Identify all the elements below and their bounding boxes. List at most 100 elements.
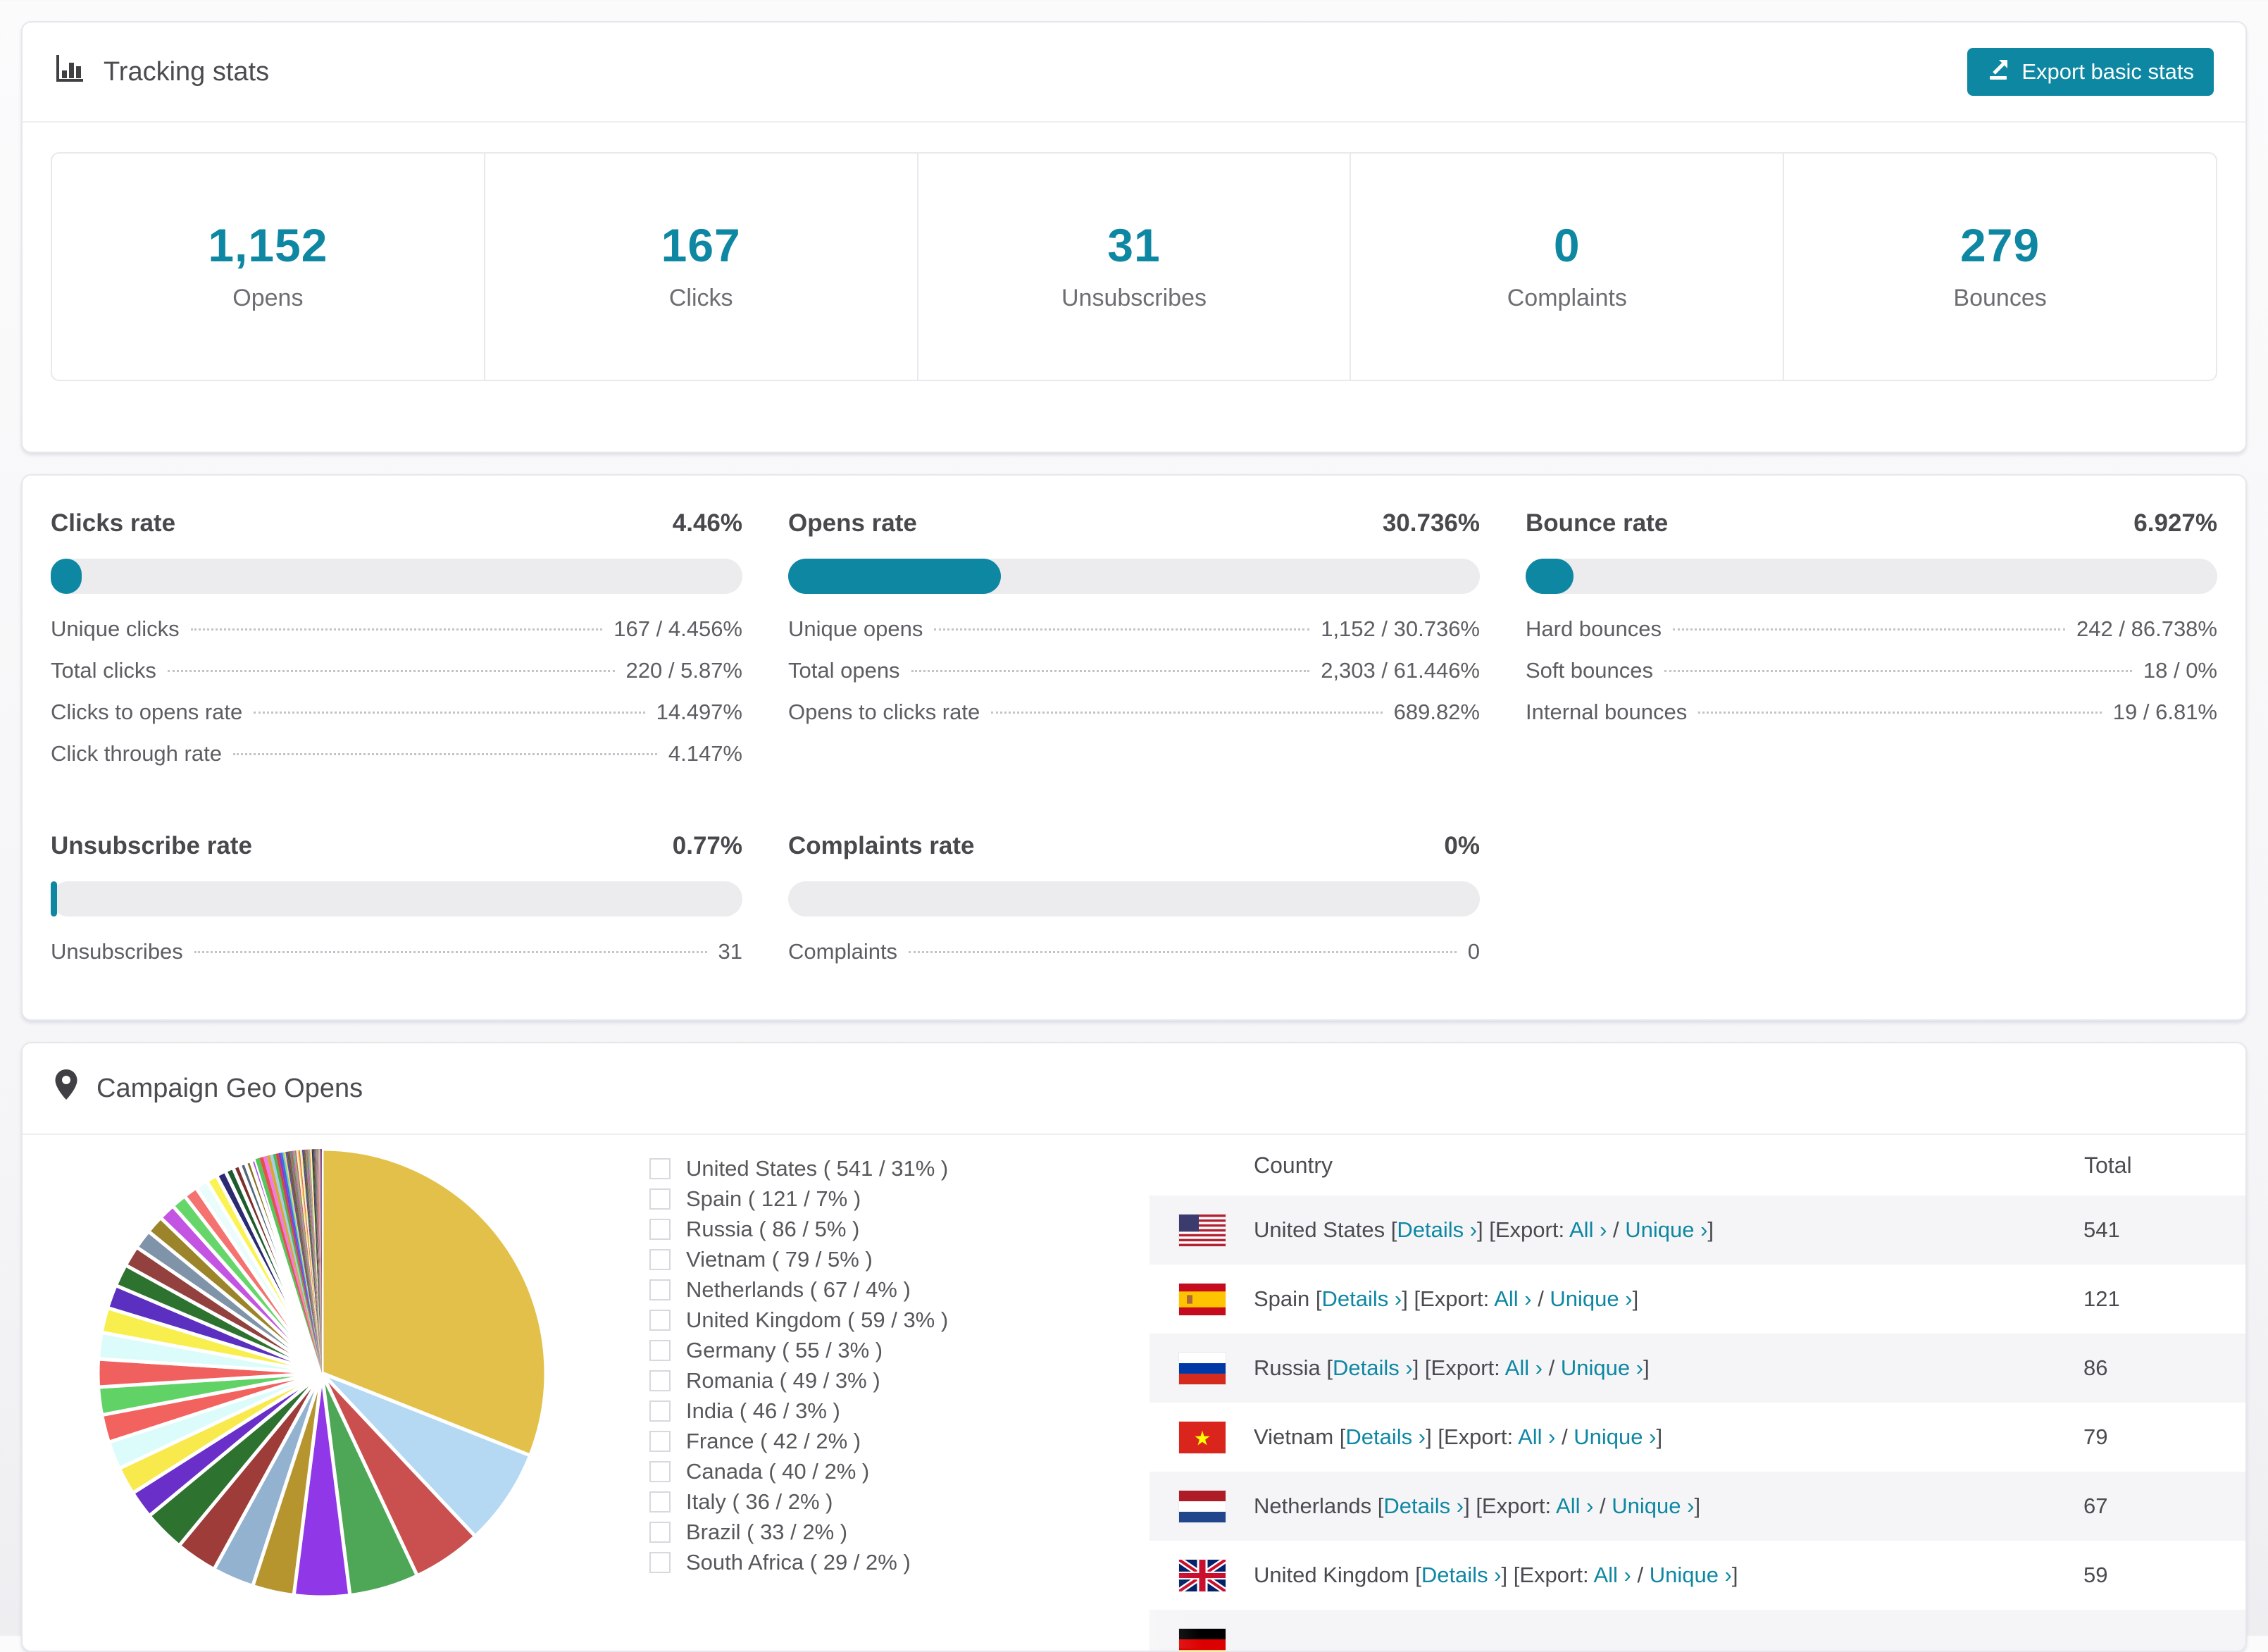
export-all-link[interactable]: All ›	[1569, 1217, 1607, 1242]
rate-stat-row: Click through rate 4.147%	[51, 741, 742, 783]
legend-label: United Kingdom ( 59 / 3% )	[686, 1308, 948, 1333]
legend-swatch	[649, 1279, 671, 1300]
legend-swatch	[649, 1188, 671, 1210]
legend-swatch	[649, 1401, 671, 1422]
legend-item: Brazil ( 33 / 2% )	[649, 1517, 1149, 1547]
geo-table-header-row: Country Total	[1149, 1135, 2245, 1195]
dotted-leader	[911, 670, 1310, 672]
stat-value: 1,152	[52, 218, 484, 272]
stat-value: 167	[485, 218, 917, 272]
details-link[interactable]: Details ›	[1421, 1563, 1502, 1587]
details-link[interactable]: Details ›	[1322, 1286, 1402, 1311]
export-unique-link[interactable]: Unique ›	[1650, 1563, 1732, 1587]
geo-table-row-ru: Russia [Details ›] [Export: All › / Uniq…	[1149, 1334, 2245, 1403]
details-link[interactable]: Details ›	[1383, 1493, 1464, 1518]
legend-swatch	[649, 1461, 671, 1482]
geo-table-row-es: Spain [Details ›] [Export: All › / Uniqu…	[1149, 1265, 2245, 1334]
legend-label: Russia ( 86 / 5% )	[686, 1217, 859, 1242]
export-all-link[interactable]: All ›	[1556, 1493, 1593, 1518]
rate-stat-row: Complaints 0	[788, 939, 1480, 981]
country-name: United States	[1254, 1217, 1385, 1242]
progress-bar-fill	[1526, 559, 1574, 594]
legend-item: Canada ( 40 / 2% )	[649, 1456, 1149, 1486]
dotted-leader	[254, 712, 644, 714]
country-links: United Kingdom [Details ›] [Export: All …	[1254, 1563, 1738, 1588]
country-name: Netherlands	[1254, 1493, 1371, 1518]
map-pin-icon	[54, 1069, 78, 1108]
rate-block-clicks-rate: Clicks rate 4.46% Unique clicks 167 / 4.…	[51, 509, 742, 783]
stat-cell-complaints: 0 Complaints	[1350, 154, 1783, 380]
country-column-header: Country	[1149, 1135, 2083, 1195]
rate-stat-row: Unique clicks 167 / 4.456%	[51, 616, 742, 658]
country-links: Vietnam [Details ›] [Export: All › / Uni…	[1254, 1424, 1662, 1450]
legend-item: South Africa ( 29 / 2% )	[649, 1547, 1149, 1577]
dotted-leader	[991, 712, 1382, 714]
export-unique-link[interactable]: Unique ›	[1612, 1493, 1694, 1518]
legend-swatch	[649, 1219, 671, 1240]
rate-stat-row: Clicks to opens rate 14.497%	[51, 700, 742, 741]
rate-stat-row: Unique opens 1,152 / 30.736%	[788, 616, 1480, 658]
details-link[interactable]: Details ›	[1345, 1424, 1426, 1449]
flag-de-icon	[1179, 1629, 1226, 1652]
rate-title: Unsubscribe rate	[51, 832, 252, 860]
rate-stat-row: Soft bounces 18 / 0%	[1526, 658, 2217, 700]
dotted-leader	[194, 951, 707, 953]
header-divider	[23, 121, 2245, 123]
export-unique-link[interactable]: Unique ›	[1574, 1424, 1656, 1449]
export-all-link[interactable]: All ›	[1518, 1424, 1555, 1449]
legend-item: Spain ( 121 / 7% )	[649, 1184, 1149, 1214]
legend-item: Romania ( 49 / 3% )	[649, 1365, 1149, 1396]
export-all-link[interactable]: All ›	[1593, 1563, 1631, 1587]
legend-label: India ( 46 / 3% )	[686, 1398, 840, 1424]
export-all-link[interactable]: All ›	[1505, 1355, 1543, 1380]
legend-swatch	[649, 1158, 671, 1179]
dotted-leader	[1673, 628, 2065, 631]
legend-label: Spain ( 121 / 7% )	[686, 1186, 861, 1212]
flag-nl-icon	[1179, 1491, 1226, 1522]
tracking-stats-card: Tracking stats Export basic stats 1,152 …	[21, 21, 2247, 453]
rate-value: 4.46%	[673, 509, 742, 538]
details-link[interactable]: Details ›	[1397, 1217, 1477, 1242]
progress-bar	[51, 881, 742, 917]
legend-item: United States ( 541 / 31% )	[649, 1153, 1149, 1184]
stat-cell-clicks: 167 Clicks	[484, 154, 917, 380]
export-all-link[interactable]: All ›	[1494, 1286, 1531, 1311]
rate-title: Bounce rate	[1526, 509, 1668, 538]
export-unique-link[interactable]: Unique ›	[1561, 1355, 1643, 1380]
country-name: Russia	[1254, 1355, 1321, 1380]
geo-table-row-vn: Vietnam [Details ›] [Export: All › / Uni…	[1149, 1403, 2245, 1472]
rate-value: 6.927%	[2133, 509, 2217, 538]
stat-label: Clicks	[485, 285, 917, 312]
progress-bar-fill	[51, 881, 57, 917]
tracking-stats-header: Tracking stats Export basic stats	[23, 23, 2245, 121]
total-column-header: Total	[2083, 1135, 2245, 1195]
legend-item: Netherlands ( 67 / 4% )	[649, 1274, 1149, 1305]
total-value: 121	[2083, 1265, 2245, 1334]
legend-label: France ( 42 / 2% )	[686, 1429, 861, 1454]
country-links: United States [Details ›] [Export: All ›…	[1254, 1217, 1714, 1243]
geo-title: Campaign Geo Opens	[96, 1074, 363, 1104]
stat-value: 31	[918, 218, 1350, 272]
dotted-leader	[909, 951, 1457, 953]
rate-stat-row: Total clicks 220 / 5.87%	[51, 658, 742, 700]
flag-gb-icon	[1179, 1560, 1226, 1591]
export-unique-link[interactable]: Unique ›	[1550, 1286, 1632, 1311]
rate-stat-row: Hard bounces 242 / 86.738%	[1526, 616, 2217, 658]
country-links: Russia [Details ›] [Export: All › / Uniq…	[1254, 1355, 1650, 1381]
stat-value: 0	[1351, 218, 1783, 272]
geo-table: Country Total United States [Details ›] …	[1149, 1135, 2245, 1652]
geo-table-row-partial	[1149, 1610, 2245, 1652]
country-name: Spain	[1254, 1286, 1309, 1311]
export-unique-link[interactable]: Unique ›	[1625, 1217, 1707, 1242]
total-value: 67	[2083, 1472, 2245, 1541]
progress-bar-fill	[788, 559, 1001, 594]
dotted-leader	[934, 628, 1309, 631]
details-link[interactable]: Details ›	[1333, 1355, 1413, 1380]
dotted-leader	[233, 753, 657, 755]
total-value: 86	[2083, 1334, 2245, 1403]
rate-title: Clicks rate	[51, 509, 175, 538]
export-basic-stats-button[interactable]: Export basic stats	[1967, 48, 2214, 96]
country-links: Netherlands [Details ›] [Export: All › /…	[1254, 1493, 1700, 1519]
legend-label: United States ( 541 / 31% )	[686, 1156, 948, 1181]
progress-bar	[51, 559, 742, 594]
